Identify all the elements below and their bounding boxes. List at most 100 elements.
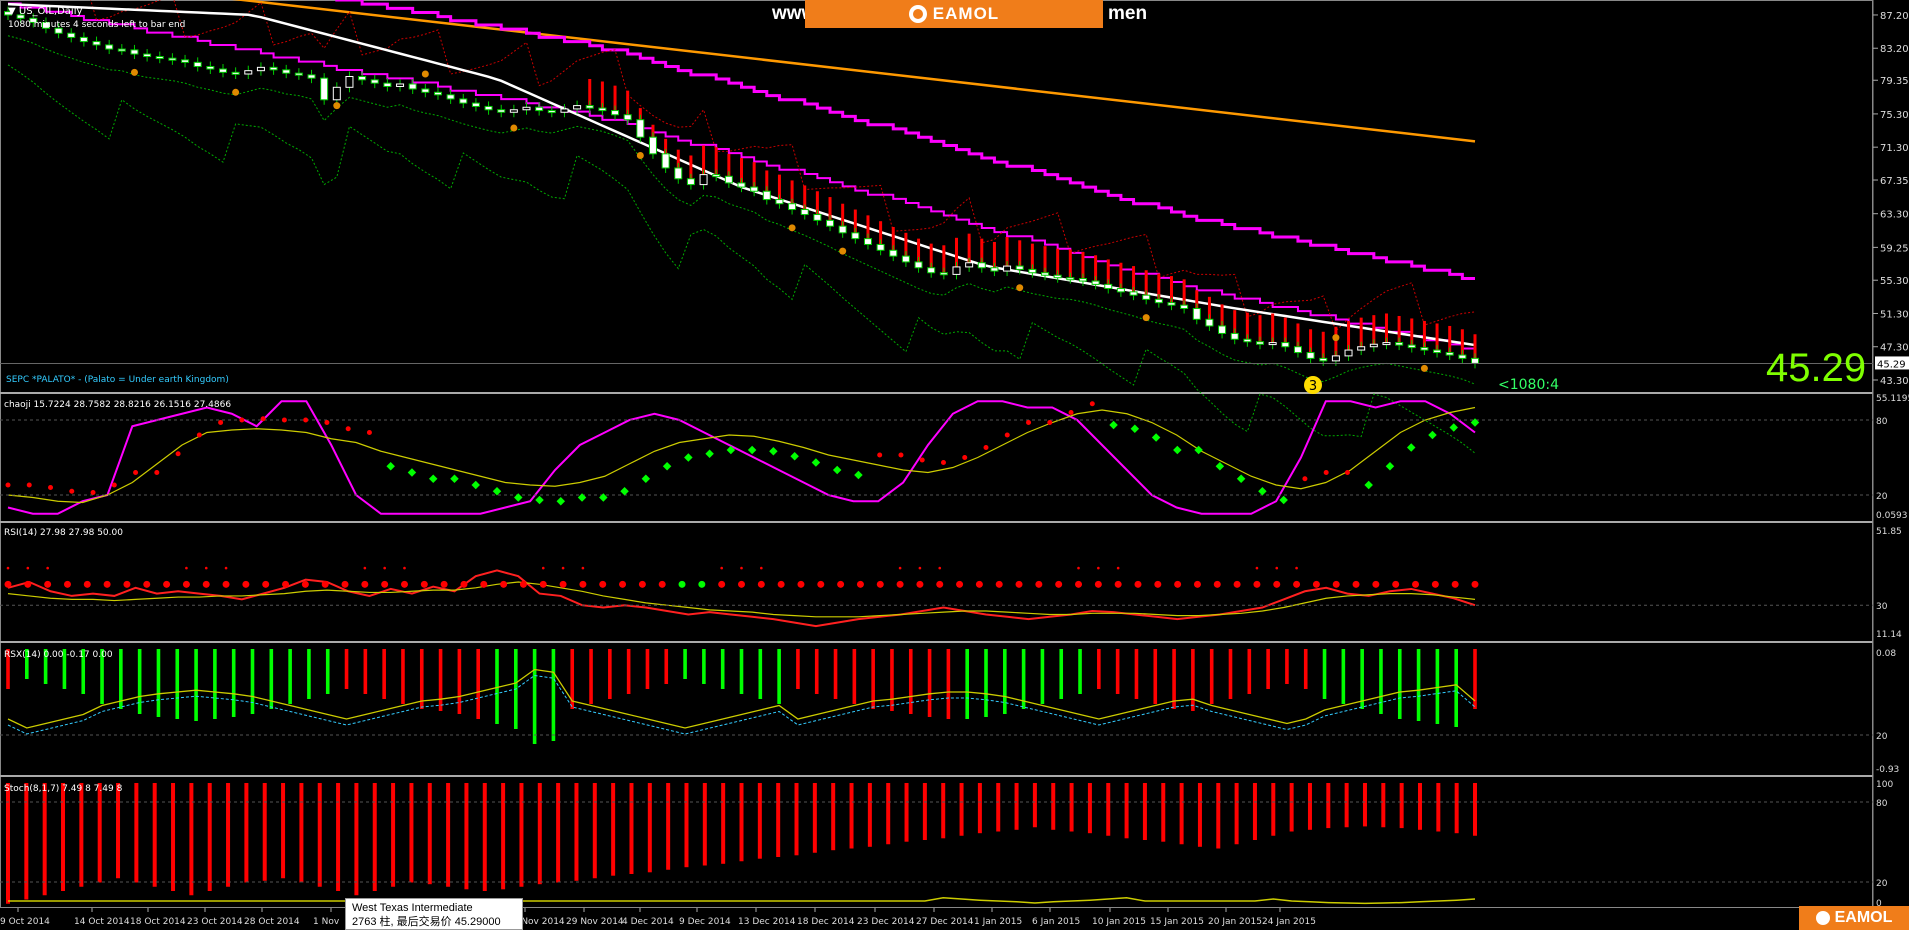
stoch-histogram-bar (262, 783, 267, 881)
candle-body (1458, 354, 1467, 359)
candle-body (1357, 346, 1366, 351)
candle-body (231, 71, 240, 75)
chaoji-sell-dot (281, 417, 287, 423)
rsx-histogram-bar (645, 649, 650, 689)
candle-body (1078, 278, 1087, 282)
chaoji-buy-dot (577, 493, 587, 502)
rsi-signal-dot (1213, 580, 1221, 588)
candle-body (775, 199, 784, 205)
price-axis-label: 59.25 (1880, 243, 1909, 254)
top-brand-banner[interactable]: EAMOL (805, 0, 1103, 28)
stoch-histogram-bar (171, 783, 176, 891)
rsi-signal-dot (361, 580, 369, 588)
stoch-histogram-bar (317, 783, 322, 887)
candle-body (421, 88, 430, 93)
rsi-overbought-dot (740, 566, 743, 570)
tooltip-detail: 2763 柱, 最后交易价 45.29000 (352, 916, 501, 928)
chaoji-buy-dot (407, 468, 417, 477)
time-axis-label: 18 Dec 2014 (797, 917, 855, 927)
rsx-histogram-bar (1059, 649, 1064, 699)
rsi-signal-dot (1312, 580, 1320, 588)
url-suffix: men (1108, 3, 1148, 24)
candle-body (674, 167, 683, 180)
chaoji-buy-dot (450, 474, 459, 483)
stoch-histogram-bar (1014, 783, 1019, 830)
rsi-overbought-dot (403, 566, 406, 570)
stoch-histogram-bar (757, 783, 762, 859)
chaoji-sell-dot (196, 432, 202, 438)
candle-body (269, 66, 278, 71)
rsx-histogram-bar (871, 649, 875, 709)
rsi-signal-dot (956, 580, 964, 588)
candle-body (396, 83, 405, 87)
rsx-histogram-bar (1003, 649, 1007, 714)
rsi-line (7, 569, 1476, 628)
bottom-brand-badge[interactable]: EAMOL (1799, 906, 1909, 930)
stoch-histogram-bar (1252, 783, 1257, 840)
chaoji-buy-dot (1449, 423, 1458, 432)
stoch-histogram-bar (446, 783, 451, 887)
price-axis-label: 79.35 (1880, 76, 1909, 87)
rsi-overbought-dot (1275, 566, 1279, 570)
chaoji-buy-dot (1151, 433, 1161, 442)
stoch-histogram-bar (721, 783, 726, 864)
rsi-signal-dot (1035, 580, 1043, 588)
rsx-histogram-bar (1172, 649, 1176, 709)
stoch-histogram-bar (409, 783, 414, 883)
brand-logo-icon (1815, 911, 1830, 925)
chaoji-sell-dot (133, 470, 139, 475)
price-axis-label: 55.30 (1880, 276, 1909, 287)
rsi-axis-label: 30 (1876, 602, 1888, 612)
rsx-histogram-bar (1153, 649, 1158, 704)
rsi-signal-dot (83, 580, 91, 588)
price-axis-label: 75.30 (1880, 110, 1909, 121)
stoch-histogram-bar (1216, 783, 1221, 849)
stoch-histogram-bar (1399, 783, 1404, 829)
stoch-histogram-bar (977, 783, 982, 834)
brand-logo-icon (908, 5, 927, 23)
rsi-signal-dot (262, 580, 270, 588)
rsx-histogram-bar (1021, 649, 1026, 709)
palato-indicator-label: SEPC *PALATO* - (Palato = Under earth Ki… (6, 375, 229, 385)
candle-body (965, 262, 974, 268)
rsi-signal-dot (817, 580, 825, 588)
candle-body (155, 56, 164, 60)
chaoji-buy-dot (790, 452, 799, 461)
candle-body (282, 69, 291, 74)
chaoji-buy-dot (620, 487, 629, 496)
candle-body (193, 61, 202, 68)
stoch-histogram-bar (922, 783, 927, 840)
stoch-histogram-bar (42, 783, 47, 896)
rsi-overbought-dot (918, 566, 922, 570)
candle-body (939, 272, 948, 276)
candle-body (724, 175, 733, 184)
candle-body (408, 83, 417, 90)
rsx-histogram-bar (175, 649, 180, 719)
time-axis-label: 1 Nov (313, 917, 340, 927)
candle-body (1015, 265, 1024, 270)
candle-body (800, 209, 809, 216)
price-axis-label: 83.20 (1880, 44, 1909, 55)
rsx-histogram-bar (777, 649, 781, 704)
rsi-signal-dot (975, 580, 983, 588)
candle-body (1154, 298, 1163, 304)
stoch-histogram-bar (886, 783, 891, 845)
rsx-histogram-bar (344, 649, 349, 689)
candle-body (573, 105, 582, 110)
chaoji-axis-label: 55.1195 (1876, 394, 1909, 404)
rsi-signal-dot (1114, 580, 1122, 588)
fractal-marker (421, 70, 429, 78)
candle-body (1471, 357, 1479, 364)
rsx-histogram-bar (551, 649, 556, 741)
rsi-signal-dot (202, 580, 210, 588)
rsx-title: RSX(14) 0.00 -0.17 0.00 (4, 650, 113, 660)
candle-body (977, 262, 986, 269)
rsx-histogram-bar (1247, 649, 1252, 694)
chaoji-sell-dot (898, 452, 904, 458)
rsi-signal-dot (480, 580, 488, 588)
rsx-histogram-bar (269, 649, 274, 709)
candle-body (990, 267, 999, 272)
fractal-marker (1420, 364, 1428, 372)
chaoji-sell-dot (1026, 420, 1032, 425)
candle-body (320, 77, 329, 101)
